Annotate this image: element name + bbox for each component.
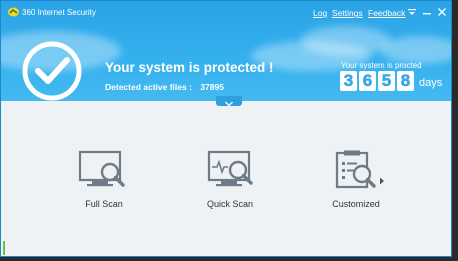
protected-check-icon — [22, 41, 82, 101]
monitor-pulse-search-icon — [207, 150, 253, 187]
detected-files: Detected active files : 37895 — [105, 82, 224, 92]
cloud-decoration — [301, 26, 391, 56]
days-unit: days — [419, 77, 443, 89]
app-logo-icon — [8, 7, 19, 17]
clipboard-search-icon — [335, 150, 376, 189]
collapse-toggle[interactable] — [216, 96, 242, 107]
quick-scan-label: Quick Scan — [206, 199, 254, 209]
close-icon[interactable] — [437, 7, 447, 17]
day-digit: 8 — [397, 71, 414, 91]
quick-scan-button[interactable]: Quick Scan — [185, 149, 275, 219]
full-scan-label: Full Scan — [85, 199, 123, 209]
customized-scan-button[interactable]: Customized — [311, 149, 401, 219]
monitor-search-icon — [78, 150, 125, 187]
status-header: 360 Internet Security Log Settings Feedb… — [1, 1, 451, 101]
full-scan-button[interactable]: Full Scan — [59, 149, 149, 219]
detected-label: Detected active files : — [105, 82, 192, 92]
title-bar: 360 Internet Security Log Settings Feedb… — [1, 1, 451, 23]
status-strip — [3, 241, 5, 255]
customized-scan-label: Customized — [332, 199, 380, 209]
status-title: Your system is protected ! — [105, 60, 274, 75]
day-digit: 6 — [359, 71, 376, 91]
day-digit: 5 — [378, 71, 395, 91]
protected-days-label: Your system is procted — [341, 61, 422, 70]
settings-link[interactable]: Settings — [332, 8, 363, 18]
day-digit: 3 — [340, 71, 357, 91]
menu-icon[interactable] — [407, 7, 417, 17]
feedback-link[interactable]: Feedback — [368, 8, 405, 18]
app-window: 360 Internet Security Log Settings Feedb… — [0, 0, 452, 257]
app-title: 360 Internet Security — [22, 8, 96, 17]
chevron-down-icon — [225, 101, 233, 107]
minimize-icon[interactable] — [422, 7, 432, 17]
chevron-right-icon[interactable] — [379, 177, 385, 185]
detected-count: 37895 — [200, 82, 224, 92]
log-link[interactable]: Log — [313, 8, 327, 18]
cloud-decoration — [381, 36, 451, 64]
